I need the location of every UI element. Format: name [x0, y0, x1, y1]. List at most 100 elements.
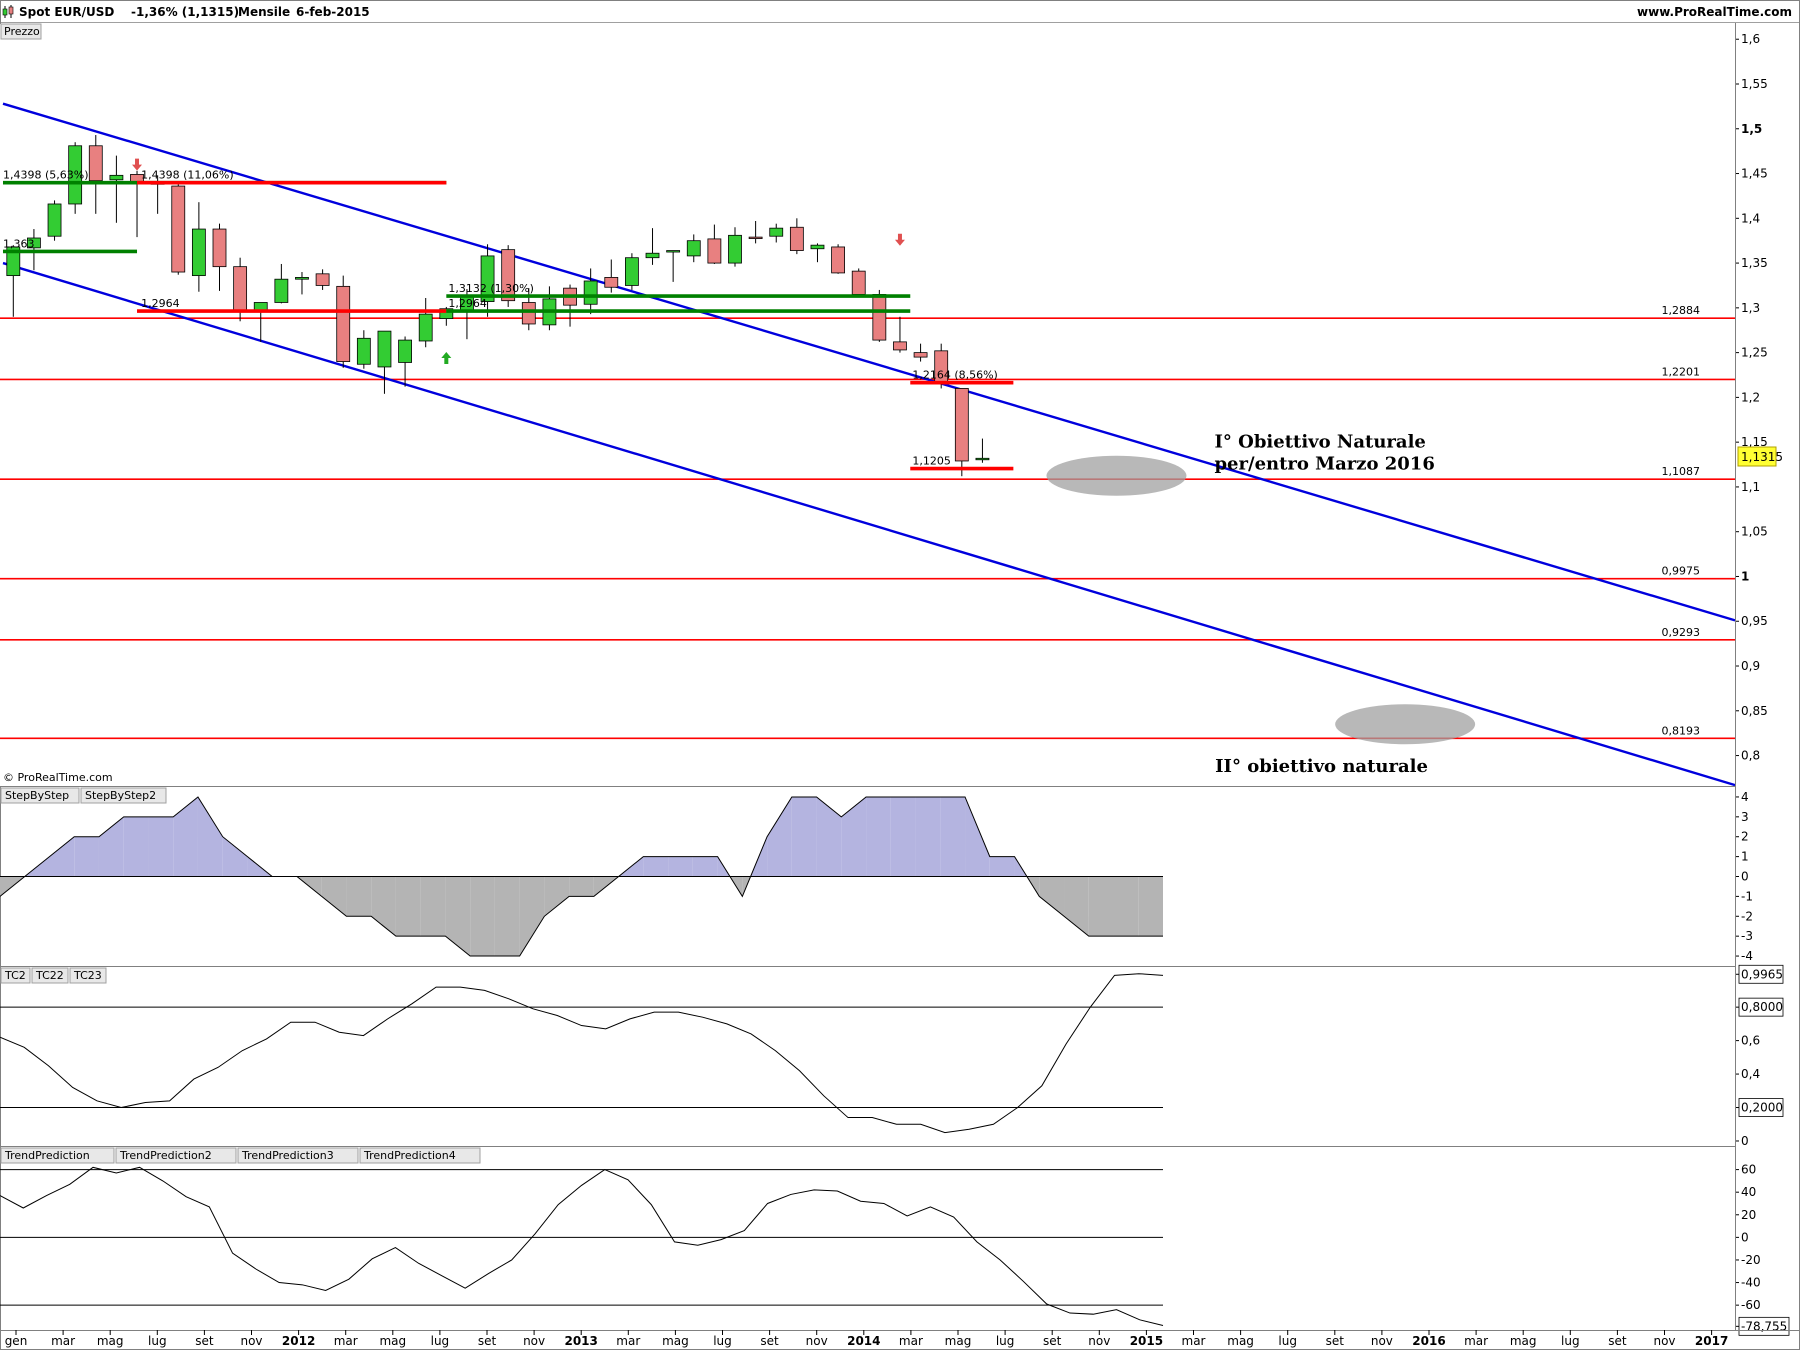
- time-tick-label: mag: [379, 1334, 406, 1348]
- candle-body: [728, 234, 742, 264]
- stepbystep-tick-label: -1: [1741, 889, 1753, 903]
- time-tick-label: nov: [1088, 1334, 1110, 1348]
- segment-label: 1,4398 (11,06%): [141, 169, 234, 182]
- stepbystep-tick-label: -2: [1741, 909, 1753, 923]
- stepbystep-area: [74, 836, 99, 877]
- candle-body: [583, 280, 598, 305]
- indicator-tab[interactable]: TrendPrediction: [0, 1147, 115, 1164]
- price-tick-label: 1,35: [1741, 256, 1768, 270]
- symbol-label: Spot EUR/USD: [19, 5, 114, 19]
- time-tick-label: set: [1608, 1334, 1627, 1348]
- tc-tick-label: 0: [1741, 1134, 1749, 1148]
- candle-body: [336, 285, 351, 362]
- target-zone: [1335, 704, 1476, 745]
- stepbystep-area: [940, 796, 966, 877]
- target-zone-label: II° obiettivo naturale: [1215, 756, 1428, 777]
- candle-body: [171, 185, 186, 273]
- time-tick-label: 2014: [847, 1334, 880, 1348]
- stepbystep-tick-label: -4: [1741, 949, 1753, 963]
- trend-tick-label: -40: [1741, 1276, 1761, 1290]
- time-tick-label: mag: [662, 1334, 689, 1348]
- site-label[interactable]: www.ProRealTime.com: [1637, 5, 1792, 19]
- stepbystep-area: [1138, 876, 1163, 937]
- trend-tick-label: -78,755: [1741, 1319, 1787, 1333]
- trend-tick-label: 20: [1741, 1208, 1756, 1222]
- candle-body: [88, 145, 103, 182]
- price-tick-label: 1,55: [1741, 77, 1768, 91]
- indicator-tab[interactable]: StepByStep2: [80, 787, 167, 804]
- stepbystep-area: [395, 876, 421, 937]
- candle-body: [913, 352, 928, 358]
- indicator-tab[interactable]: TC22: [31, 967, 69, 984]
- segment-label: 1,2964: [141, 297, 180, 310]
- time-tick-label: mar: [334, 1334, 358, 1348]
- tc-tick-label: 0,9965: [1741, 967, 1783, 981]
- segment-label: 1,363: [3, 237, 35, 250]
- panel-label-price[interactable]: Prezzo: [0, 23, 42, 40]
- target-zone-label: per/entro Marzo 2016: [1214, 454, 1434, 475]
- target-zone-label: I° Obiettivo Naturale: [1214, 432, 1425, 453]
- indicator-tab[interactable]: TrendPrediction3: [237, 1147, 359, 1164]
- timeframe-label: Mensile: [238, 5, 290, 19]
- indicator-tab[interactable]: StepByStep: [0, 787, 80, 804]
- stepbystep-tabs: StepByStep StepByStep2: [0, 787, 167, 804]
- candle-body: [707, 238, 722, 264]
- last-price-badge: 1,1315: [1737, 446, 1783, 467]
- stepbystep-area: [791, 796, 817, 877]
- stepbystep-tick-label: 3: [1741, 810, 1749, 824]
- indicator-tab-label: TC23: [73, 969, 102, 982]
- segment-label: 1,1205: [912, 455, 951, 468]
- candle-body: [686, 240, 701, 257]
- segment-label: 1,2964: [448, 297, 487, 310]
- time-tick-label: set: [760, 1334, 779, 1348]
- time-tick-label: nov: [523, 1334, 545, 1348]
- indicator-tab-label: StepByStep: [5, 789, 69, 802]
- time-tick-label: mar: [51, 1334, 75, 1348]
- trend-tick-label: 0: [1741, 1230, 1749, 1244]
- indicator-tab[interactable]: TC2: [0, 967, 31, 984]
- time-tick-label: mar: [899, 1334, 923, 1348]
- level-label: 0,8193: [1662, 724, 1701, 737]
- time-tick-label: set: [195, 1334, 214, 1348]
- time-tick-label: 2015: [1130, 1334, 1163, 1348]
- stepbystep-area: [866, 796, 891, 877]
- time-tick-label: mar: [616, 1334, 640, 1348]
- indicator-tab[interactable]: TrendPrediction2: [115, 1147, 237, 1164]
- candle-body: [789, 226, 804, 251]
- price-tick-label: 1,45: [1741, 167, 1768, 181]
- candle-body: [212, 228, 227, 268]
- time-tick-label: mag: [97, 1334, 124, 1348]
- time-tick-label: lug: [1278, 1334, 1297, 1348]
- candle-body: [645, 252, 660, 259]
- segment-label: 1,2164 (8,56%): [912, 369, 998, 382]
- candle-body: [810, 244, 825, 250]
- trend-tick-label: -20: [1741, 1253, 1761, 1267]
- time-tick-label: set: [478, 1334, 497, 1348]
- candle-body: [191, 228, 206, 277]
- target-zone: [1046, 455, 1187, 496]
- time-tick-label: lug: [431, 1334, 450, 1348]
- price-tick-label: 0,8: [1741, 749, 1760, 763]
- segment-label: 1,3132 (1,30%): [448, 282, 534, 295]
- tc-tick-label: 0,2000: [1741, 1101, 1783, 1115]
- candle-body: [521, 302, 536, 325]
- price-tick-label: 1,2: [1741, 390, 1760, 404]
- stepbystep-area: [890, 796, 916, 877]
- segment-label: 1,4398 (5,63%): [3, 169, 89, 182]
- time-tick-label: 2016: [1412, 1334, 1445, 1348]
- trend-tick-label: -60: [1741, 1298, 1761, 1312]
- candle-body: [274, 278, 289, 303]
- indicator-tab-label: StepByStep2: [85, 789, 156, 802]
- last-price-text: 1,1315: [1741, 450, 1783, 464]
- price-tick-label: 1,4: [1741, 211, 1760, 225]
- candle-body: [769, 227, 784, 237]
- indicator-tab-label: TrendPrediction4: [363, 1149, 456, 1162]
- time-tick-label: nov: [1653, 1334, 1675, 1348]
- stepbystep-tick-label: 4: [1741, 790, 1749, 804]
- stepbystep-area: [643, 856, 669, 877]
- indicator-tab[interactable]: TrendPrediction4: [359, 1147, 481, 1164]
- level-label: 1,2201: [1662, 365, 1701, 378]
- indicator-tab[interactable]: TC23: [69, 967, 107, 984]
- stepbystep-tick-label: -3: [1741, 929, 1753, 943]
- trend-tabs: TrendPrediction TrendPrediction2 TrendPred…: [0, 1147, 481, 1164]
